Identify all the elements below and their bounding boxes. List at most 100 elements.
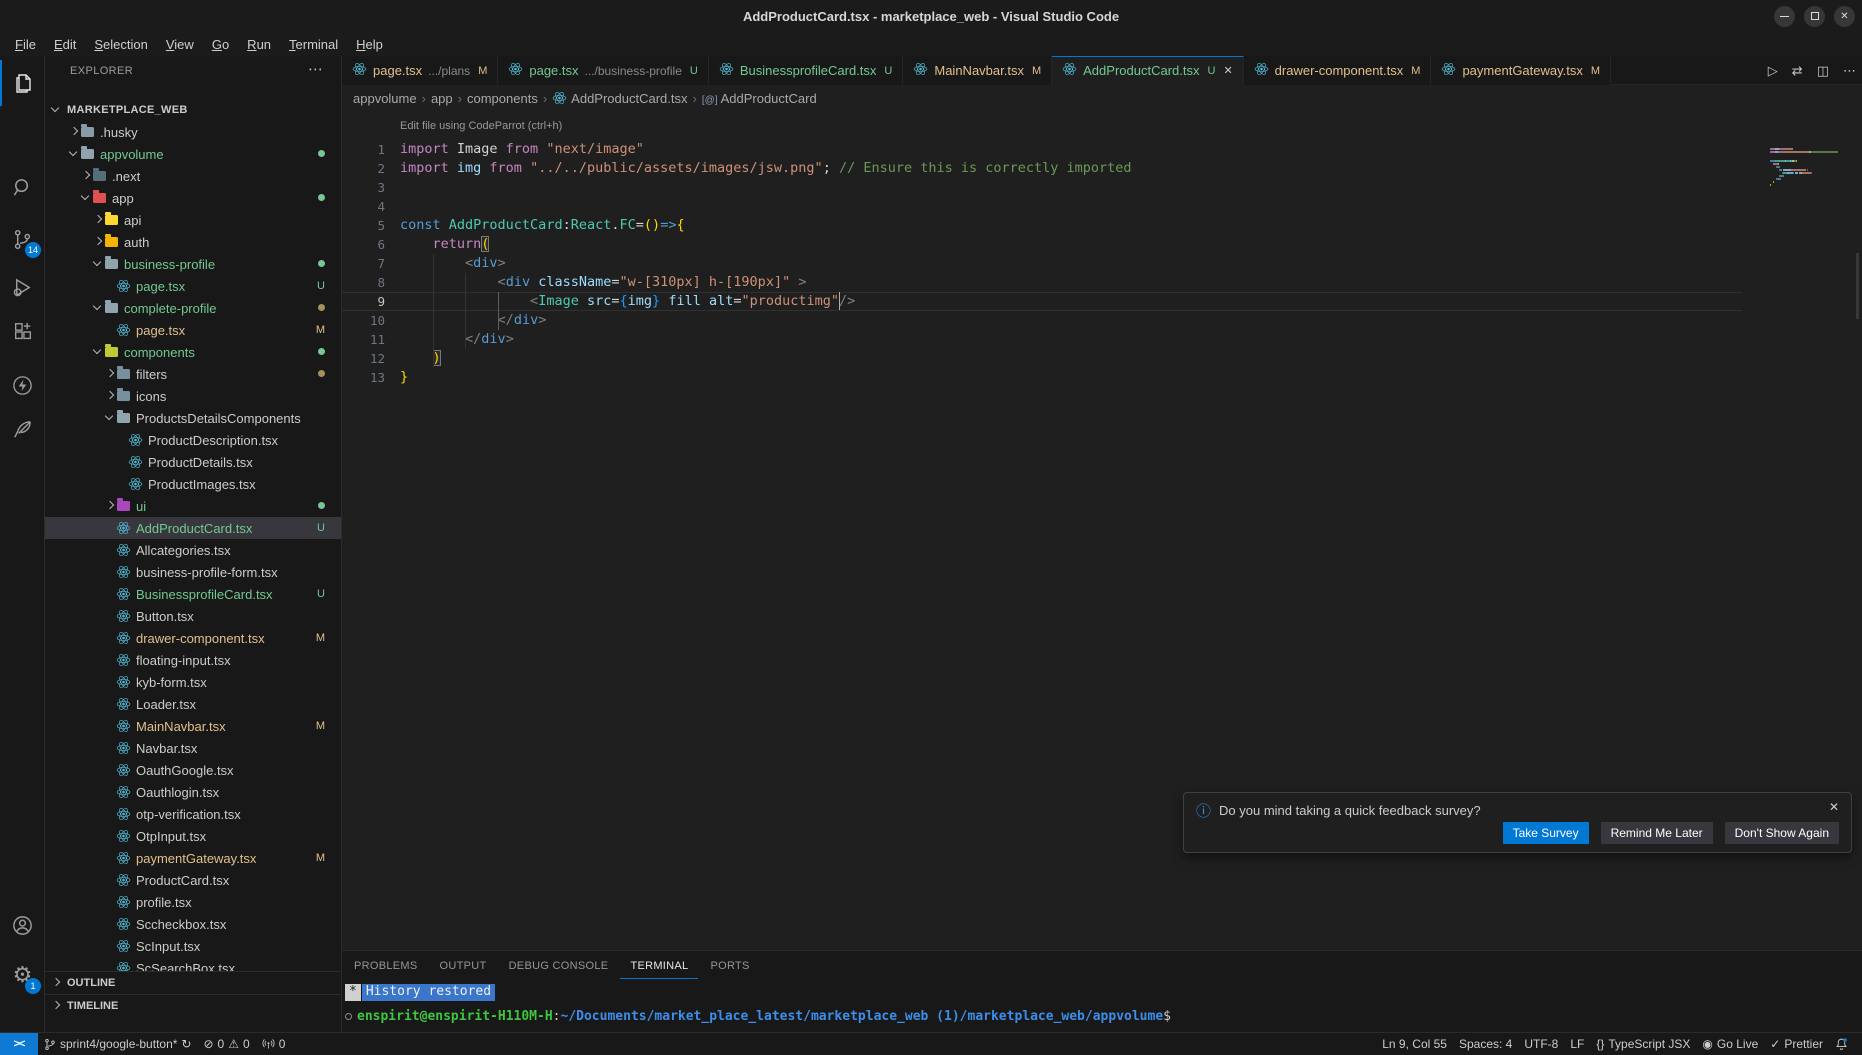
code-line-3[interactable]: 3 bbox=[342, 178, 1862, 197]
panel-tab[interactable]: OUTPUT bbox=[430, 954, 497, 979]
run-button[interactable]: ▷ bbox=[1768, 63, 1778, 79]
codelens-hint[interactable]: Edit file using CodeParrot (ctrl+h) bbox=[400, 120, 562, 132]
menu-item[interactable]: File bbox=[6, 35, 45, 54]
timeline-section[interactable]: TIMELINE bbox=[45, 994, 341, 1017]
tab-close-icon[interactable]: ✕ bbox=[1223, 64, 1232, 77]
minimap[interactable] bbox=[1770, 148, 1848, 258]
editor-tab[interactable]: paymentGateway.tsx M bbox=[1431, 56, 1611, 85]
breadcrumb-item[interactable]: appvolume bbox=[353, 91, 417, 106]
tree-row[interactable]: filters bbox=[45, 363, 341, 385]
cursor-position[interactable]: Ln 9, Col 55 bbox=[1376, 1033, 1453, 1055]
editor-tab[interactable]: drawer-component.tsx M bbox=[1244, 56, 1432, 85]
editor-tab[interactable]: AddProductCard.tsx U ✕ bbox=[1052, 56, 1244, 85]
menu-item[interactable]: Help bbox=[347, 35, 392, 54]
tree-row[interactable]: complete-profile bbox=[45, 297, 341, 319]
problems[interactable]: ⊘0⚠0 bbox=[197, 1033, 255, 1055]
tree-row[interactable]: AddProductCard.tsx U bbox=[45, 517, 341, 539]
tree-row[interactable]: ScInput.tsx bbox=[45, 935, 341, 957]
menu-item[interactable]: Edit bbox=[45, 35, 85, 54]
tree-row[interactable]: ProductsDetailsComponents bbox=[45, 407, 341, 429]
tree-row[interactable]: ProductDetails.tsx bbox=[45, 451, 341, 473]
sidebar-item-explorer[interactable] bbox=[0, 60, 45, 106]
breadcrumb-item[interactable]: AddProductCard.tsx bbox=[552, 91, 687, 106]
settings-button[interactable]: ⚙ 1 bbox=[0, 952, 45, 998]
menu-item[interactable]: Go bbox=[203, 35, 238, 54]
tree-row[interactable]: BusinessprofileCard.tsx U bbox=[45, 583, 341, 605]
sidebar-item-codeparrot[interactable] bbox=[0, 406, 45, 452]
editor-tab[interactable]: BusinessprofileCard.tsx U bbox=[709, 56, 904, 85]
editor-tab[interactable]: MainNavbar.tsx M bbox=[903, 56, 1052, 85]
code-line-13[interactable]: 13} bbox=[342, 368, 1862, 387]
take-survey-button[interactable]: Take Survey bbox=[1503, 822, 1589, 844]
remote-indicator[interactable]: >< bbox=[0, 1033, 38, 1055]
panel-tab[interactable]: PROBLEMS bbox=[344, 954, 428, 979]
tree-row[interactable]: profile.tsx bbox=[45, 891, 341, 913]
code-line-6[interactable]: 6 return( bbox=[342, 235, 1862, 254]
indentation[interactable]: Spaces: 4 bbox=[1453, 1033, 1518, 1055]
tree-row[interactable]: OtpInput.tsx bbox=[45, 825, 341, 847]
breadcrumb-item[interactable]: [@]AddProductCard bbox=[702, 91, 817, 106]
scrollbar-decoration[interactable] bbox=[1856, 253, 1859, 319]
tree-row[interactable]: business-profile-form.tsx bbox=[45, 561, 341, 583]
code-line-9[interactable]: 9 <Image src={img} fill alt="productimg"… bbox=[342, 292, 1862, 311]
editor-tab[interactable]: page.tsx .../plans M bbox=[342, 56, 498, 85]
tree-row[interactable]: drawer-component.tsx M bbox=[45, 627, 341, 649]
notification-close-icon[interactable]: ✕ bbox=[1829, 800, 1839, 814]
explorer-more-actions-button[interactable]: ⋯ bbox=[308, 56, 323, 86]
code-line-2[interactable]: 2import img from "../../public/assets/im… bbox=[342, 159, 1862, 178]
menu-item[interactable]: Selection bbox=[85, 35, 156, 54]
tree-row[interactable]: floating-input.tsx bbox=[45, 649, 341, 671]
tree-row[interactable]: components bbox=[45, 341, 341, 363]
code-line-4[interactable]: 4 bbox=[342, 197, 1862, 216]
tree-row[interactable]: kyb-form.tsx bbox=[45, 671, 341, 693]
tree-row[interactable]: api bbox=[45, 209, 341, 231]
tree-row[interactable]: icons bbox=[45, 385, 341, 407]
sidebar-item-thunder-client[interactable] bbox=[0, 362, 45, 408]
code-line-10[interactable]: 10 </div> bbox=[342, 311, 1862, 330]
minimize-button[interactable] bbox=[1774, 6, 1795, 27]
tree-row[interactable]: business-profile bbox=[45, 253, 341, 275]
breadcrumb-item[interactable]: components bbox=[467, 91, 538, 106]
git-branch[interactable]: sprint4/google-button*↻ bbox=[38, 1033, 197, 1055]
panel-tab[interactable]: PORTS bbox=[700, 954, 759, 979]
code-line-12[interactable]: 12 ) bbox=[342, 349, 1862, 368]
remind-me-later-button[interactable]: Remind Me Later bbox=[1601, 822, 1713, 844]
open-changes-button[interactable]: ⇄ bbox=[1792, 63, 1803, 79]
more-actions-button[interactable]: ⋯ bbox=[1843, 63, 1856, 79]
tree-row[interactable]: page.tsx M bbox=[45, 319, 341, 341]
terminal-prompt[interactable]: enspirit@enspirit-H110M-H : ~/Documents/… bbox=[345, 1009, 1171, 1024]
maximize-button[interactable] bbox=[1804, 6, 1825, 27]
tree-row[interactable]: appvolume bbox=[45, 143, 341, 165]
menu-item[interactable]: View bbox=[157, 35, 203, 54]
tree-row[interactable]: .next bbox=[45, 165, 341, 187]
tree-row[interactable]: Sccheckbox.tsx bbox=[45, 913, 341, 935]
sidebar-item-search[interactable] bbox=[0, 164, 45, 210]
encoding[interactable]: UTF-8 bbox=[1518, 1033, 1564, 1055]
dont-show-again-button[interactable]: Don't Show Again bbox=[1725, 822, 1839, 844]
menu-item[interactable]: Terminal bbox=[280, 35, 347, 54]
tree-row[interactable]: auth bbox=[45, 231, 341, 253]
tree-row[interactable]: ProductImages.tsx bbox=[45, 473, 341, 495]
code-line-8[interactable]: 8 <div className="w-[310px] h-[190px]" > bbox=[342, 273, 1862, 292]
tree-row[interactable]: ui bbox=[45, 495, 341, 517]
tree-row[interactable]: paymentGateway.tsx M bbox=[45, 847, 341, 869]
menu-item[interactable]: Run bbox=[238, 35, 280, 54]
tree-row[interactable]: MainNavbar.tsx M bbox=[45, 715, 341, 737]
tree-row[interactable]: Loader.tsx bbox=[45, 693, 341, 715]
tree-row[interactable]: otp-verification.tsx bbox=[45, 803, 341, 825]
tree-row[interactable]: OauthGoogle.tsx bbox=[45, 759, 341, 781]
eol[interactable]: LF bbox=[1564, 1033, 1590, 1055]
tree-row[interactable]: app bbox=[45, 187, 341, 209]
explorer-workspace-section[interactable]: MARKETPLACE_WEB bbox=[45, 98, 341, 121]
tree-row[interactable]: ProductCard.tsx bbox=[45, 869, 341, 891]
code-line-7[interactable]: 7 <div> bbox=[342, 254, 1862, 273]
close-button[interactable]: ✕ bbox=[1834, 6, 1855, 27]
tree-row[interactable]: Navbar.tsx bbox=[45, 737, 341, 759]
tree-row[interactable]: page.tsx U bbox=[45, 275, 341, 297]
tree-row[interactable]: ProductDescription.tsx bbox=[45, 429, 341, 451]
sidebar-item-source-control[interactable]: 14 bbox=[0, 216, 45, 262]
code-line-1[interactable]: 1import Image from "next/image" bbox=[342, 140, 1862, 159]
sidebar-item-run-debug[interactable] bbox=[0, 264, 45, 310]
editor-tab[interactable]: page.tsx .../business-profile U bbox=[498, 56, 709, 85]
code-line-11[interactable]: 11 </div> bbox=[342, 330, 1862, 349]
